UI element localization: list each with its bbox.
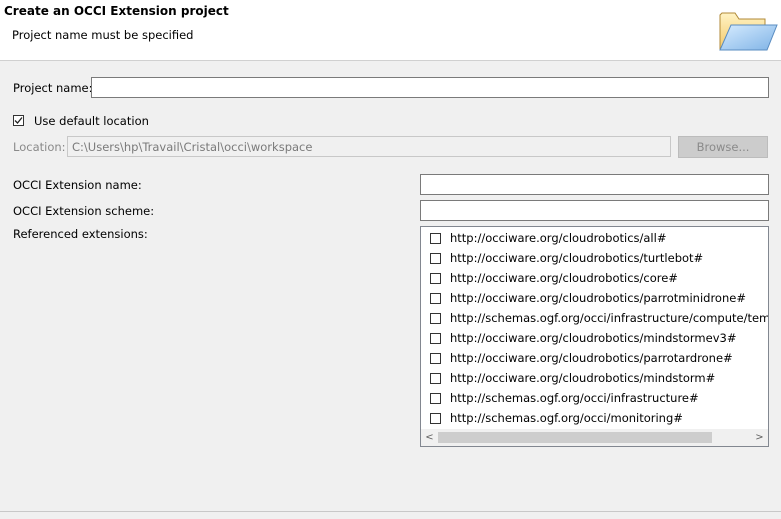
wizard-header: Create an OCCI Extension project Project… <box>0 0 781 61</box>
extension-label: http://occiware.org/cloudrobotics/parrot… <box>450 351 733 365</box>
use-default-location-checkbox[interactable] <box>13 115 24 126</box>
horizontal-scrollbar[interactable]: < > <box>421 429 768 446</box>
extension-checkbox[interactable] <box>430 393 441 404</box>
list-item[interactable]: http://occiware.org/cloudrobotics/turtle… <box>421 248 768 268</box>
extension-label: http://occiware.org/cloudrobotics/core# <box>450 271 678 285</box>
list-item[interactable]: http://occiware.org/cloudrobotics/core# <box>421 268 768 288</box>
wizard-message: Project name must be specified <box>12 28 194 42</box>
location-label: Location: <box>13 140 66 154</box>
extension-checkbox[interactable] <box>430 313 441 324</box>
extension-label: http://occiware.org/cloudrobotics/all# <box>450 231 667 245</box>
list-item[interactable]: http://occiware.org/cloudrobotics/mindst… <box>421 328 768 348</box>
extension-checkbox[interactable] <box>430 273 441 284</box>
extension-name-label: OCCI Extension name: <box>13 178 142 192</box>
extension-checkbox[interactable] <box>430 373 441 384</box>
extension-scheme-label: OCCI Extension scheme: <box>13 204 155 218</box>
scroll-thumb[interactable] <box>438 432 712 443</box>
scroll-right-icon[interactable]: > <box>751 429 768 446</box>
extension-label: http://occiware.org/cloudrobotics/parrot… <box>450 291 746 305</box>
list-item[interactable]: http://occiware.org/cloudrobotics/all# <box>421 228 768 248</box>
project-name-label: Project name: <box>13 81 93 95</box>
extension-label: http://occiware.org/cloudrobotics/mindst… <box>450 371 716 385</box>
extension-checkbox[interactable] <box>430 333 441 344</box>
extension-scheme-input[interactable] <box>420 200 769 221</box>
list-item[interactable]: http://occiware.org/cloudrobotics/parrot… <box>421 348 768 368</box>
checkmark-icon <box>14 117 23 124</box>
referenced-extensions-label: Referenced extensions: <box>13 227 148 241</box>
extension-label: http://occiware.org/cloudrobotics/turtle… <box>450 251 704 265</box>
project-name-input[interactable] <box>91 77 769 98</box>
list-item[interactable]: http://occiware.org/cloudrobotics/mindst… <box>421 368 768 388</box>
extension-checkbox[interactable] <box>430 413 441 424</box>
extension-checkbox[interactable] <box>430 253 441 264</box>
referenced-extensions-list[interactable]: http://occiware.org/cloudrobotics/all# h… <box>420 226 769 447</box>
use-default-location-label: Use default location <box>34 114 149 128</box>
extension-label: http://schemas.ogf.org/occi/infrastructu… <box>450 311 769 325</box>
list-item[interactable]: http://schemas.ogf.org/occi/infrastructu… <box>421 308 768 328</box>
extension-checkbox[interactable] <box>430 293 441 304</box>
extension-label: http://occiware.org/cloudrobotics/mindst… <box>450 331 737 345</box>
extension-label: http://schemas.ogf.org/occi/infrastructu… <box>450 391 699 405</box>
location-input <box>67 136 671 157</box>
extension-checkbox[interactable] <box>430 233 441 244</box>
extension-name-input[interactable] <box>420 174 769 195</box>
extension-checkbox[interactable] <box>430 353 441 364</box>
extension-label: http://schemas.ogf.org/occi/monitoring# <box>450 411 683 425</box>
folder-icon <box>719 12 778 51</box>
browse-button: Browse... <box>678 136 768 158</box>
list-item[interactable]: http://occiware.org/cloudrobotics/parrot… <box>421 288 768 308</box>
list-item[interactable]: http://schemas.ogf.org/occi/monitoring# <box>421 408 768 428</box>
list-item[interactable]: http://schemas.ogf.org/occi/infrastructu… <box>421 388 768 408</box>
wizard-title: Create an OCCI Extension project <box>4 4 229 18</box>
scroll-left-icon[interactable]: < <box>421 429 438 446</box>
footer-divider <box>0 511 781 512</box>
